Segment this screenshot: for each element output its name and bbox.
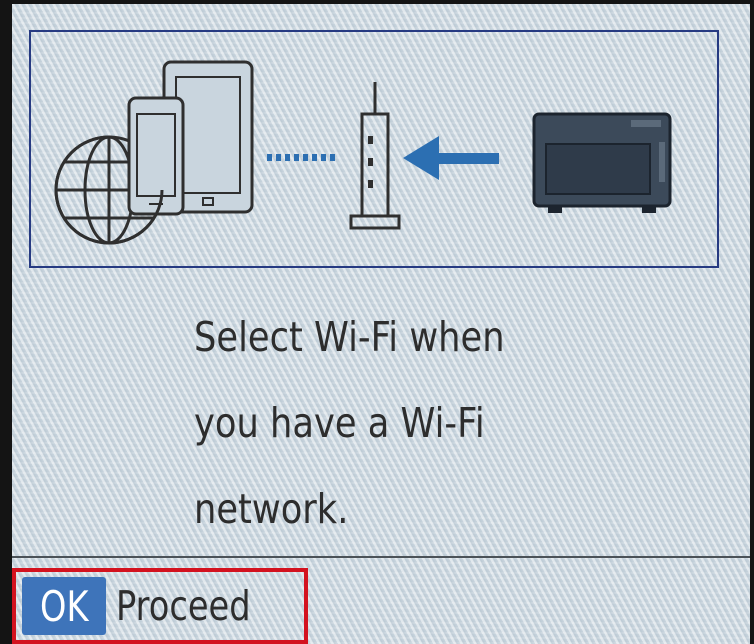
ok-proceed-button[interactable]: OK Proceed [12, 568, 308, 644]
illustration-graphic [54, 60, 672, 245]
router-icon [349, 82, 401, 230]
arrow-left-icon [403, 136, 499, 180]
proceed-label: Proceed [116, 582, 251, 630]
ok-key-label: OK [39, 581, 89, 631]
ok-key-icon: OK [22, 577, 106, 635]
printer-lcd-screen: Select Wi-Fi when you have a Wi-Fi netwo… [0, 0, 754, 644]
printer-icon [532, 112, 672, 213]
message-line-2: you have a Wi-Fi [194, 399, 485, 447]
wifi-setup-illustration [29, 30, 719, 268]
phone-icon [127, 96, 185, 216]
message-line-3: network. [194, 485, 349, 533]
message-line-1: Select Wi-Fi when [194, 313, 505, 361]
instruction-message: Select Wi-Fi when you have a Wi-Fi netwo… [194, 294, 694, 552]
wireless-link-icon [267, 154, 335, 161]
footer-divider [12, 556, 750, 558]
